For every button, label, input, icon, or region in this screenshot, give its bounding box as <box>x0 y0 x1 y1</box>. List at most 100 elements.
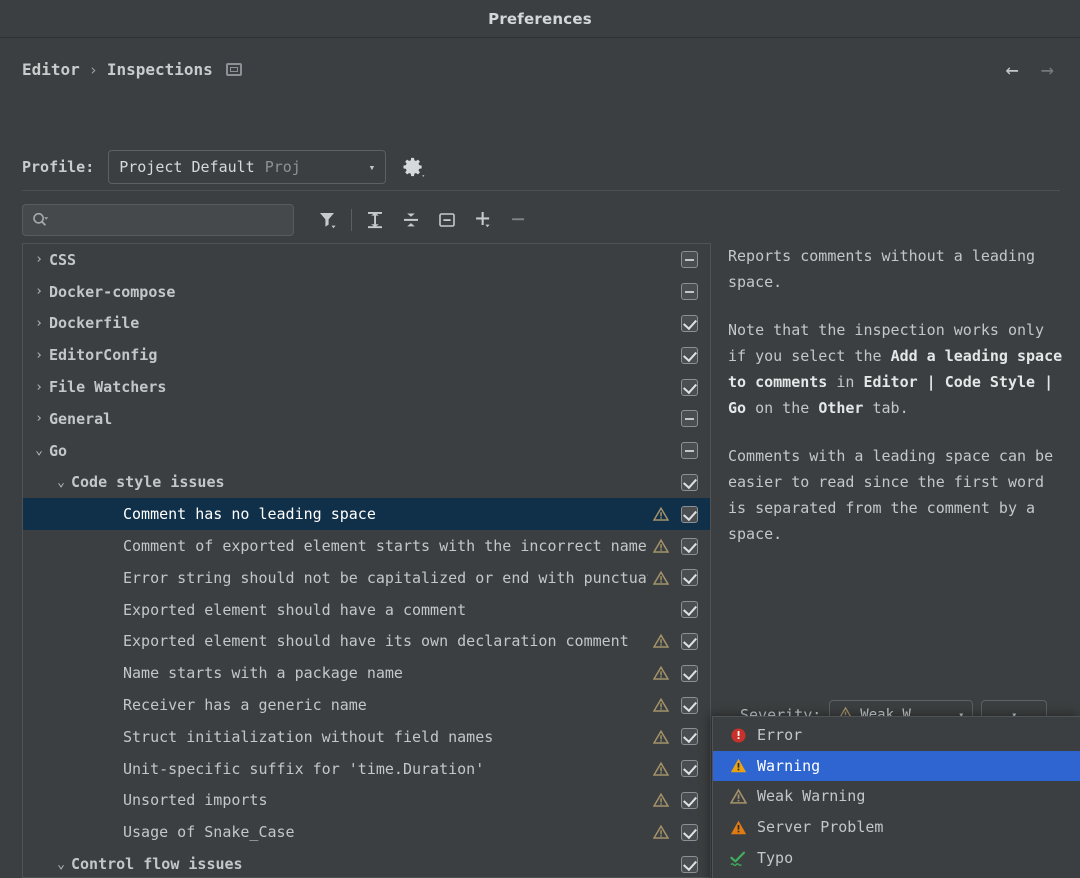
chevron-down-icon[interactable]: ⌄ <box>51 475 71 490</box>
tree-group-row[interactable]: ›Dockerfile <box>23 308 710 340</box>
tree-row-checkbox[interactable] <box>674 379 704 396</box>
tree-item-row[interactable]: Usage of Snake_Case <box>23 816 710 848</box>
profile-combobox[interactable]: Project Default Proj ▾ <box>108 150 386 184</box>
chevron-right-icon[interactable]: › <box>29 411 49 426</box>
tree-row-checkbox[interactable] <box>674 824 704 841</box>
severity-dropdown-popup[interactable]: ErrorWarningWeak WarningServer ProblemTy… <box>712 716 1080 878</box>
tree-row-checkbox[interactable] <box>674 442 704 459</box>
checkbox-checked <box>681 697 698 714</box>
tree-item-row[interactable]: Error string should not be capitalized o… <box>23 562 710 594</box>
error-icon <box>729 726 747 744</box>
expand-all-icon[interactable] <box>357 204 393 236</box>
tree-item-row[interactable]: Struct initialization without field name… <box>23 721 710 753</box>
tree-item-row[interactable]: Receiver has a generic name <box>23 689 710 721</box>
tree-group-row[interactable]: ⌄Go <box>23 435 710 467</box>
checkbox-checked <box>681 506 698 523</box>
panel-icon[interactable] <box>226 63 242 76</box>
severity-option[interactable]: No highlighting, only fix <box>713 873 1080 878</box>
tree-row-checkbox[interactable] <box>674 760 704 777</box>
tree-row-label: EditorConfig <box>49 346 648 364</box>
weak-warning-icon <box>648 665 674 681</box>
checkbox-checked <box>681 315 698 332</box>
tree-row-checkbox[interactable] <box>674 506 704 523</box>
tree-row-checkbox[interactable] <box>674 856 704 873</box>
tree-row-label: Dockerfile <box>49 314 648 332</box>
chevron-down-icon[interactable]: ⌄ <box>51 857 71 872</box>
tree-row-checkbox[interactable] <box>674 665 704 682</box>
tree-item-row[interactable]: Comment of exported element starts with … <box>23 530 710 562</box>
tree-group-row[interactable]: ⌄Code style issues <box>23 467 710 499</box>
tree-group-row[interactable]: ›File Watchers <box>23 371 710 403</box>
tree-row-label: Error string should not be capitalized o… <box>123 569 648 587</box>
preferences-window: Preferences Editor › Inspections ← → Pro… <box>0 0 1080 878</box>
tree-row-checkbox[interactable] <box>674 569 704 586</box>
weak-warning-icon <box>648 538 674 554</box>
tree-row-checkbox[interactable] <box>674 601 704 618</box>
severity-option[interactable]: Weak Warning <box>713 781 1080 812</box>
forward-arrow-icon[interactable]: → <box>1041 60 1054 82</box>
tree-group-row[interactable]: ›CSS <box>23 244 710 276</box>
checkbox-checked <box>681 379 698 396</box>
reset-icon[interactable] <box>429 204 465 236</box>
tree-group-row[interactable]: ⌄Control flow issues <box>23 848 710 878</box>
tree-row-checkbox[interactable] <box>674 251 704 268</box>
tree-row-label: Struct initialization without field name… <box>123 728 648 746</box>
desc-p2-e: on the <box>746 399 818 417</box>
tree-group-row[interactable]: ›Docker-compose <box>23 276 710 308</box>
weak-warning-icon <box>648 792 674 808</box>
severity-option[interactable]: Warning <box>713 751 1080 782</box>
tree-item-row[interactable]: Unsorted imports <box>23 785 710 817</box>
tree-row-checkbox[interactable] <box>674 410 704 427</box>
checkbox-indeterminate <box>681 442 698 459</box>
chevron-down-icon[interactable]: ⌄ <box>29 443 49 458</box>
chevron-right-icon[interactable]: › <box>29 380 49 395</box>
filter-icon[interactable] <box>310 204 346 236</box>
tree-row-checkbox[interactable] <box>674 315 704 332</box>
checkbox-indeterminate <box>681 251 698 268</box>
chevron-down-icon: ▾ <box>369 161 376 174</box>
chevron-right-icon[interactable]: › <box>29 316 49 331</box>
tree-row-checkbox[interactable] <box>674 633 704 650</box>
tree-item-row[interactable]: Exported element should have its own dec… <box>23 626 710 658</box>
add-icon[interactable] <box>465 204 501 236</box>
inspection-description: Reports comments without a leading space… <box>728 243 1068 693</box>
tree-row-checkbox[interactable] <box>674 474 704 491</box>
tree-item-row[interactable]: Comment has no leading space <box>23 498 710 530</box>
tree-group-row[interactable]: ›EditorConfig <box>23 339 710 371</box>
gear-icon[interactable] <box>400 154 426 180</box>
chevron-right-icon[interactable]: › <box>29 284 49 299</box>
warning-icon <box>729 757 747 775</box>
remove-icon[interactable] <box>501 204 537 236</box>
tree-row-checkbox[interactable] <box>674 347 704 364</box>
breadcrumb-current[interactable]: Inspections <box>107 60 213 79</box>
inspections-tree[interactable]: ›CSS›Docker-compose›Dockerfile›EditorCon… <box>22 243 711 878</box>
tree-row-label: Receiver has a generic name <box>123 696 648 714</box>
collapse-all-icon[interactable] <box>393 204 429 236</box>
back-arrow-icon[interactable]: ← <box>1006 60 1019 82</box>
chevron-right-icon[interactable]: › <box>29 348 49 363</box>
search-input[interactable] <box>55 212 285 228</box>
tree-item-row[interactable]: Name starts with a package name <box>23 657 710 689</box>
breadcrumb: Editor › Inspections <box>22 60 242 79</box>
severity-option[interactable]: Server Problem <box>713 812 1080 843</box>
profile-value: Project Default <box>119 158 254 176</box>
tree-row-checkbox[interactable] <box>674 538 704 555</box>
tree-item-row[interactable]: Unit-specific suffix for 'time.Duration' <box>23 753 710 785</box>
severity-option[interactable]: Error <box>713 720 1080 751</box>
tree-row-checkbox[interactable] <box>674 283 704 300</box>
profile-row: Profile: Project Default Proj ▾ <box>22 150 426 184</box>
breadcrumb-root[interactable]: Editor <box>22 60 80 79</box>
weak-warning-icon <box>648 729 674 745</box>
tree-row-checkbox[interactable] <box>674 697 704 714</box>
tree-row-label: File Watchers <box>49 378 648 396</box>
desc-p2-g: tab. <box>863 399 908 417</box>
tree-item-row[interactable]: Exported element should have a comment <box>23 594 710 626</box>
tree-group-row[interactable]: ›General <box>23 403 710 435</box>
tree-row-label: Exported element should have a comment <box>123 601 648 619</box>
chevron-right-icon[interactable]: › <box>29 252 49 267</box>
weak-warning-icon <box>648 824 674 840</box>
tree-row-checkbox[interactable] <box>674 792 704 809</box>
tree-row-checkbox[interactable] <box>674 728 704 745</box>
search-box[interactable] <box>22 204 294 236</box>
severity-option[interactable]: Typo <box>713 842 1080 873</box>
